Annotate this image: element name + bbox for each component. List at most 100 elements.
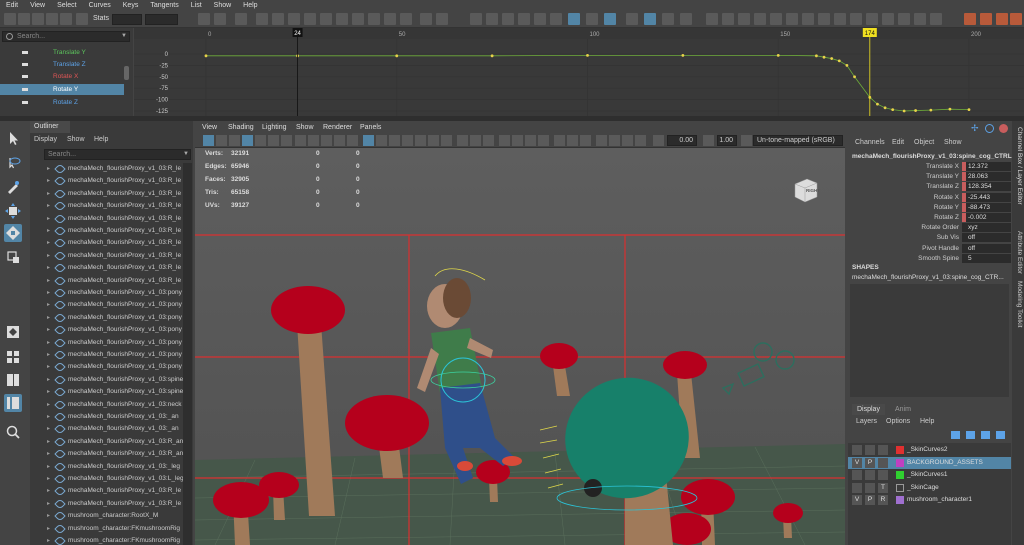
scale-tool-icon[interactable] [4, 248, 22, 266]
layer-visibility-toggle[interactable] [852, 445, 862, 455]
expand-arrow-icon[interactable]: ▸ [47, 523, 50, 535]
shape-node-name[interactable]: mechaMech_flourishProxy_v1_03:spine_cog_… [852, 274, 1004, 281]
layer-color-swatch[interactable] [896, 458, 904, 467]
viewport-scene[interactable] [195, 148, 845, 545]
xray-joints-icon[interactable] [470, 135, 481, 146]
curve-keyframe[interactable] [815, 54, 818, 58]
vp-menu-lighting[interactable]: Lighting [262, 124, 287, 131]
expand-arrow-icon[interactable]: ▸ [47, 448, 50, 460]
expand-arrow-icon[interactable]: ▸ [47, 324, 50, 336]
vp-menu-panels[interactable]: Panels [360, 124, 381, 131]
move-layer-down-icon[interactable] [966, 431, 975, 439]
expand-arrow-icon[interactable]: ▸ [47, 349, 50, 361]
menu-help[interactable]: Help [243, 2, 257, 9]
step-tangent-icon[interactable] [336, 13, 348, 25]
curve-keyframe[interactable] [883, 106, 887, 110]
spline-tangent-icon[interactable] [272, 13, 284, 25]
outliner-item[interactable]: ▸ mechaMech_flourishProxy_v1_03:R_le [30, 200, 193, 213]
layer-visibility-toggle[interactable]: V [852, 457, 862, 468]
graph-layout-icon[interactable] [1010, 13, 1022, 25]
curve-keyframe[interactable] [822, 55, 826, 59]
menu-show[interactable]: Show [214, 2, 232, 9]
retime-grid-icon[interactable] [866, 13, 878, 25]
two-sided-lighting-icon[interactable] [622, 135, 633, 146]
layer-row[interactable]: _SkinCurves2 [848, 444, 1011, 456]
layer-menu-options[interactable]: Options [886, 418, 910, 425]
outliner-item[interactable]: ▸ mushroom_character:RootX_M [30, 510, 193, 523]
expand-arrow-icon[interactable]: ▸ [47, 312, 50, 324]
curve-keyframe[interactable] [876, 102, 879, 106]
expand-arrow-icon[interactable]: ▸ [47, 250, 50, 262]
outliner-item[interactable]: ▸ mechaMech_flourishProxy_v1_03:L_leg [30, 473, 193, 486]
menu-keys[interactable]: Keys [123, 2, 139, 9]
attribute-value-field[interactable]: -25.443 [962, 192, 1011, 202]
outliner-item[interactable]: ▸ mechaMech_flourishProxy_v1_03:R_le [30, 225, 193, 238]
exposure-field[interactable]: 0.00 [667, 135, 697, 146]
motion-blur-icon[interactable] [512, 135, 523, 146]
cycle-offset-icon[interactable] [518, 13, 530, 25]
outliner-item[interactable]: ▸ mechaMech_flourishProxy_v1_03:R_an [30, 448, 193, 461]
expand-arrow-icon[interactable]: ▸ [47, 436, 50, 448]
hud-icon[interactable] [580, 135, 591, 146]
expand-arrow-icon[interactable]: ▸ [47, 399, 50, 411]
menu-edit[interactable]: Edit [6, 2, 18, 9]
expand-arrow-icon[interactable]: ▸ [47, 535, 50, 545]
break-tangent-icon[interactable] [368, 13, 380, 25]
curve-keyframe[interactable] [902, 109, 906, 113]
channel-rotate-z[interactable]: Rotate Z [0, 97, 124, 108]
expand-arrow-icon[interactable]: ▸ [47, 262, 50, 274]
attribute-value-field[interactable]: 5 [962, 253, 1011, 263]
key-stats-icon[interactable] [882, 13, 894, 25]
color-management-icon[interactable] [635, 135, 646, 146]
unify-tangent-icon[interactable] [384, 13, 396, 25]
menu-select[interactable]: Select [57, 2, 76, 9]
new-layer-selected-icon[interactable] [996, 431, 1005, 439]
outliner-item[interactable]: ▸ mechaMech_flourishProxy_v1_03:_leg [30, 460, 193, 474]
stats-toggle-icon[interactable] [76, 13, 88, 25]
outliner-item[interactable]: ▸ mechaMech_flourishProxy_v1_03:_an [30, 411, 193, 424]
expand-arrow-icon[interactable]: ▸ [47, 287, 50, 299]
expand-arrow-icon[interactable]: ▸ [47, 411, 50, 423]
show-infinity-icon[interactable] [568, 13, 580, 25]
channel-attribute-row[interactable]: Smooth Spine 5 [848, 253, 1011, 264]
grease-pencil-icon[interactable] [281, 135, 292, 146]
frame-all-icon[interactable] [198, 13, 210, 25]
outliner-item[interactable]: ▸ mechaMech_flourishProxy_v1_03:R_le [30, 485, 193, 498]
key-tangents-icon[interactable] [930, 13, 942, 25]
anti-aliasing-icon[interactable] [525, 135, 536, 146]
cb-menu-edit[interactable]: Edit [892, 139, 904, 146]
cb-menu-object[interactable]: Object [914, 139, 934, 146]
outliner-item[interactable]: ▸ mechaMech_flourishProxy_v1_03:pony [30, 361, 193, 374]
curve-keyframe[interactable] [830, 57, 834, 60]
cb-menu-channels[interactable]: Channels [855, 139, 885, 146]
outliner-item[interactable]: ▸ mushroom_character:FKmushroomRig [30, 535, 193, 545]
layer-display-type-toggle[interactable] [878, 470, 888, 480]
outliner-item[interactable]: ▸ mechaMech_flourishProxy_v1_03:pony [30, 324, 193, 337]
curve-keyframe[interactable] [204, 54, 208, 58]
layer-visibility-toggle[interactable]: V [852, 495, 862, 505]
rotate-tool-icon[interactable] [4, 224, 22, 242]
vp-menu-renderer[interactable]: Renderer [323, 124, 352, 131]
zoom-icon[interactable] [4, 423, 22, 441]
curve-keyframe[interactable] [776, 53, 780, 57]
key-scale-icon[interactable] [722, 13, 734, 25]
resolution-gate-icon[interactable] [321, 135, 332, 146]
select-tool-icon[interactable] [4, 129, 22, 147]
layer-playback-toggle[interactable] [865, 470, 875, 480]
channel-attribute-row[interactable]: Rotate Y -88.473 [848, 202, 1011, 213]
camera-attributes-icon[interactable] [229, 135, 240, 146]
outliner-item[interactable]: ▸ mechaMech_flourishProxy_v1_03:R_le [30, 175, 193, 188]
lattice-deform-icon[interactable] [32, 13, 44, 25]
outliner-item[interactable]: ▸ mechaMech_flourishProxy_v1_03:R_le [30, 498, 193, 511]
channel-attribute-row[interactable]: Rotate Order xyz [848, 223, 1011, 233]
time-marker[interactable]: 24 [292, 28, 303, 116]
normalize-icon[interactable] [626, 13, 638, 25]
curve-keyframe[interactable] [891, 108, 895, 112]
view-transform-icon[interactable] [741, 135, 752, 146]
menu-tangents[interactable]: Tangents [150, 2, 178, 9]
absolute-view-icon[interactable] [662, 13, 674, 25]
outliner-item[interactable]: ▸ mechaMech_flourishProxy_v1_03:R_le [30, 237, 193, 250]
layer-color-swatch[interactable] [896, 471, 904, 479]
curve-keyframe[interactable] [967, 108, 971, 112]
smooth-shade-icon[interactable] [376, 135, 387, 146]
